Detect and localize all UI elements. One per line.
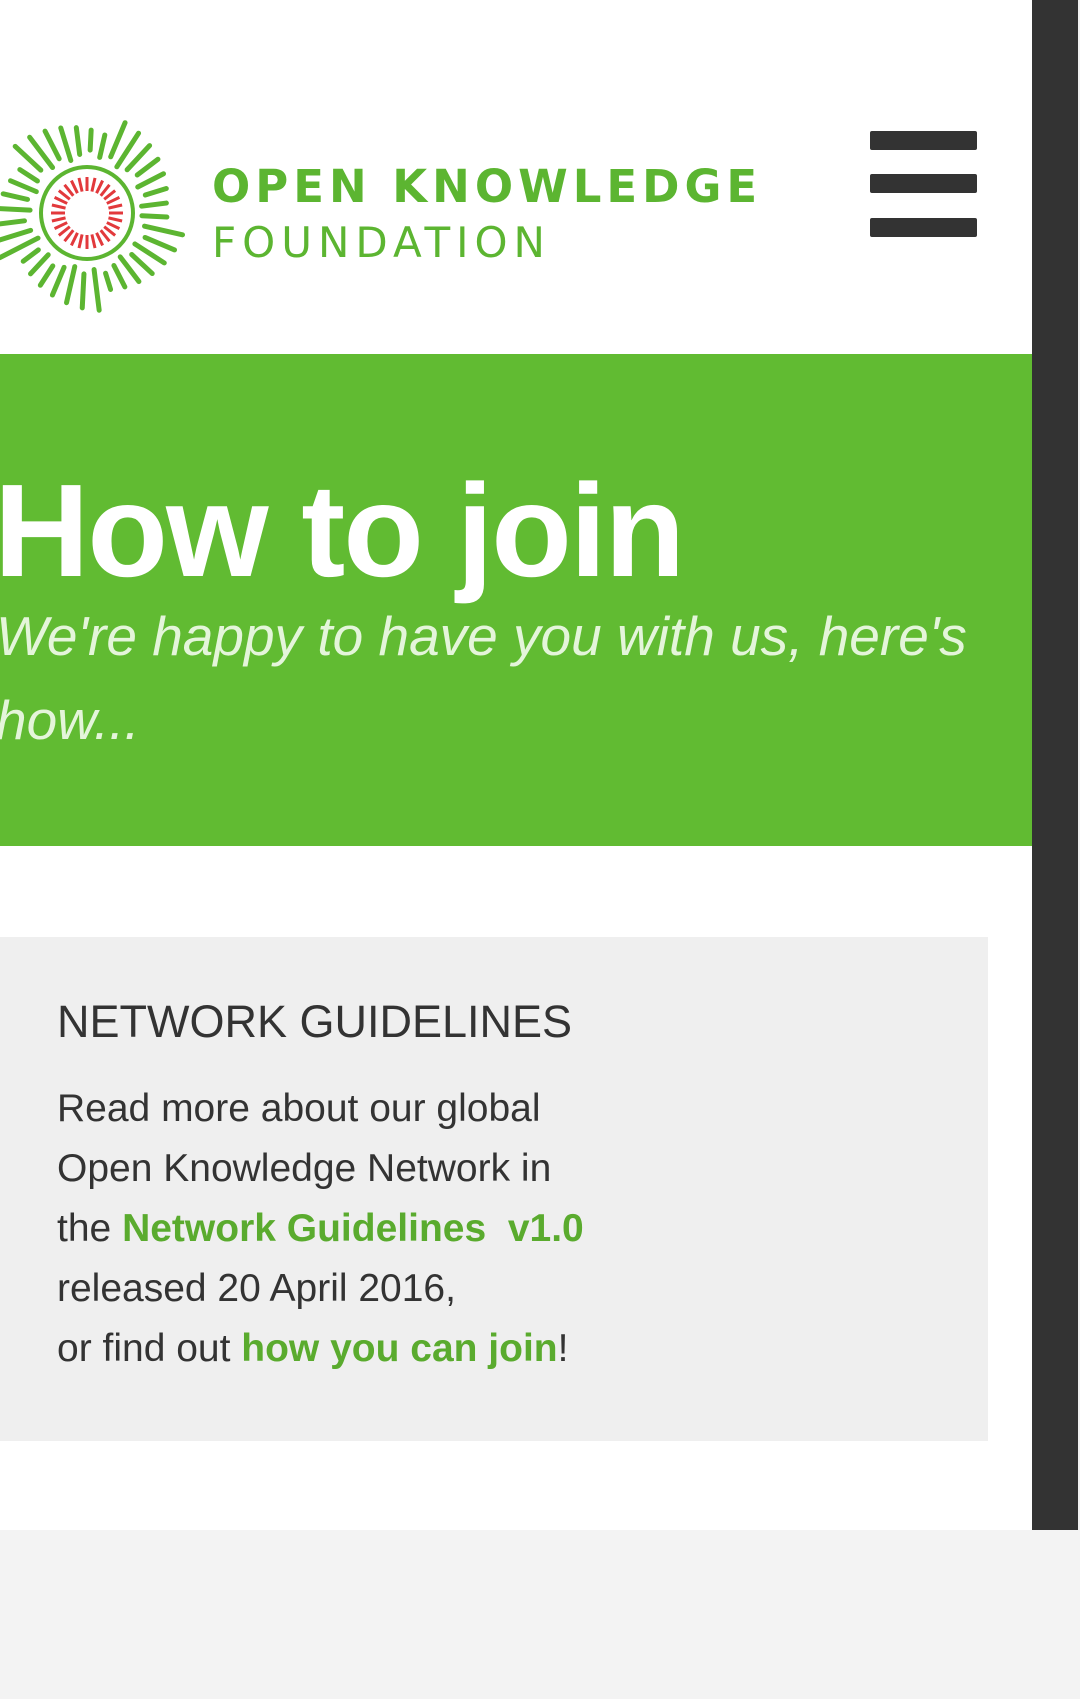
logo-burst-icon (0, 120, 186, 313)
page: OPEN KNOWLEDGE FOUNDATION How to join We… (0, 0, 1032, 1530)
card-text: the (57, 1207, 123, 1250)
card-text: ! (557, 1327, 569, 1370)
network-guidelines-link[interactable]: Network Guidelines v1.0 (122, 1207, 584, 1250)
how-to-join-link[interactable]: how you can join (241, 1327, 557, 1370)
scrollbar[interactable] (1032, 0, 1078, 1530)
page-subtitle: We're happy to have you with us, here's … (0, 605, 967, 751)
card-text: or find out (57, 1327, 242, 1370)
card-body-line: released 20 April 2016, (57, 1267, 456, 1310)
card-body: Read more about our global Open Knowledg… (57, 1079, 697, 1379)
hamburger-menu-icon[interactable] (870, 131, 977, 237)
logo-subtitle: FOUNDATION (212, 218, 551, 267)
card-body-line: or find out how you can join! (57, 1319, 697, 1379)
network-guidelines-card: NETWORK GUIDELINES Read more about our g… (0, 937, 988, 1441)
card-body-line: Read more about our global (57, 1087, 541, 1130)
page-bottom-background (0, 1530, 1080, 1699)
site-logo[interactable]: OPEN KNOWLEDGE FOUNDATION (0, 108, 760, 318)
menu-bar-middle (870, 174, 977, 193)
logo-title: OPEN KNOWLEDGE (212, 160, 763, 213)
card-body-line: the Network Guidelines v1.0 (57, 1199, 697, 1259)
menu-bar-bottom (870, 218, 977, 237)
menu-bar-top (870, 131, 977, 150)
card-heading: NETWORK GUIDELINES (57, 996, 573, 1047)
page-title: How to join (0, 457, 685, 604)
hero-banner: How to join We're happy to have you with… (0, 354, 1032, 846)
card-body-line: Open Knowledge Network in (57, 1147, 552, 1190)
site-header: OPEN KNOWLEDGE FOUNDATION (0, 0, 1032, 354)
